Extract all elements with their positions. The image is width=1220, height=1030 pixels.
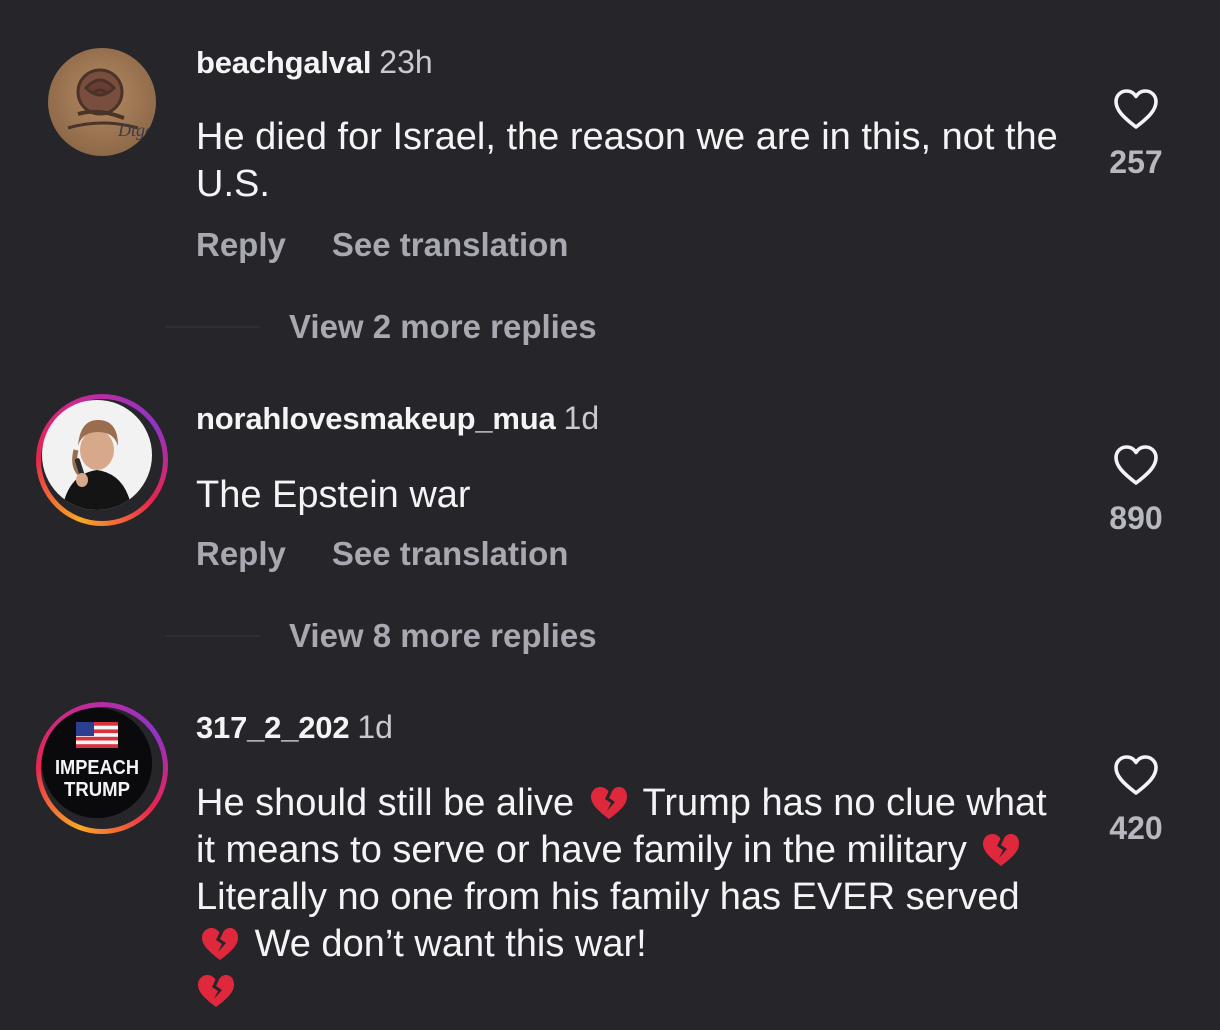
- like-count: 257: [1109, 144, 1163, 180]
- reply-button[interactable]: Reply: [196, 226, 286, 263]
- broken-heart-icon: [983, 834, 1020, 866]
- comment-text-part-3: Literally no one from his family has EVE…: [196, 876, 1020, 918]
- comment-text: He should still be alive Trump has no cl…: [196, 780, 1076, 1015]
- impeach-trump-logo: IMPEACH TRUMP: [42, 708, 152, 818]
- comment-text: The Epstein war: [196, 474, 471, 516]
- comment-actions: Reply See translation: [196, 535, 568, 573]
- comment-text-part-4: We don’t want this war!: [254, 923, 647, 965]
- avatar-text-line-2: TRUMP: [64, 779, 130, 801]
- story-ring[interactable]: [36, 394, 168, 526]
- comment-header: beachgalval 23h: [196, 44, 433, 81]
- username[interactable]: norahlovesmakeup_mua: [196, 401, 556, 436]
- broken-heart-icon: [198, 975, 234, 1007]
- heart-icon[interactable]: [1113, 88, 1159, 130]
- replies-divider: [165, 326, 260, 328]
- avatar-norahlovesmakeup_mua: [42, 400, 152, 510]
- comment-header: norahlovesmakeup_mua 1d: [196, 400, 599, 437]
- reply-button[interactable]: Reply: [196, 535, 286, 572]
- broken-heart-icon: [590, 787, 627, 819]
- see-translation-button[interactable]: See translation: [332, 535, 569, 572]
- story-ring[interactable]: IMPEACH TRUMP: [36, 702, 168, 834]
- username[interactable]: beachgalval: [196, 45, 371, 80]
- timestamp: 23h: [379, 44, 433, 80]
- heart-icon[interactable]: [1113, 444, 1159, 486]
- avatar-text-line-1: IMPEACH: [55, 757, 139, 779]
- replies-divider: [165, 635, 260, 637]
- like-control: 257: [1094, 88, 1178, 181]
- like-control: 420: [1094, 754, 1178, 847]
- timestamp: 1d: [357, 709, 393, 745]
- like-control: 890: [1094, 444, 1178, 537]
- comment-header: 317_2_202 1d: [196, 709, 393, 746]
- timestamp: 1d: [563, 400, 600, 436]
- broken-heart-icon: [202, 928, 238, 960]
- like-count: 890: [1109, 500, 1163, 536]
- comment-text: He died for Israel, the reason we are in…: [196, 116, 1058, 205]
- heart-icon[interactable]: [1113, 754, 1159, 796]
- see-translation-button[interactable]: See translation: [332, 226, 569, 263]
- svg-text:Dtga: Dtga: [117, 120, 154, 140]
- username[interactable]: 317_2_202: [196, 710, 350, 745]
- comment-text-part-1: He should still be alive: [196, 782, 575, 824]
- comment-actions: Reply See translation: [196, 226, 568, 264]
- view-replies-button[interactable]: View 8 more replies: [289, 617, 597, 655]
- like-count: 420: [1109, 810, 1163, 846]
- avatar-317_2_202: IMPEACH TRUMP: [42, 708, 152, 818]
- view-replies-button[interactable]: View 2 more replies: [289, 308, 597, 346]
- avatar-beachgalval[interactable]: Dtga: [48, 48, 156, 156]
